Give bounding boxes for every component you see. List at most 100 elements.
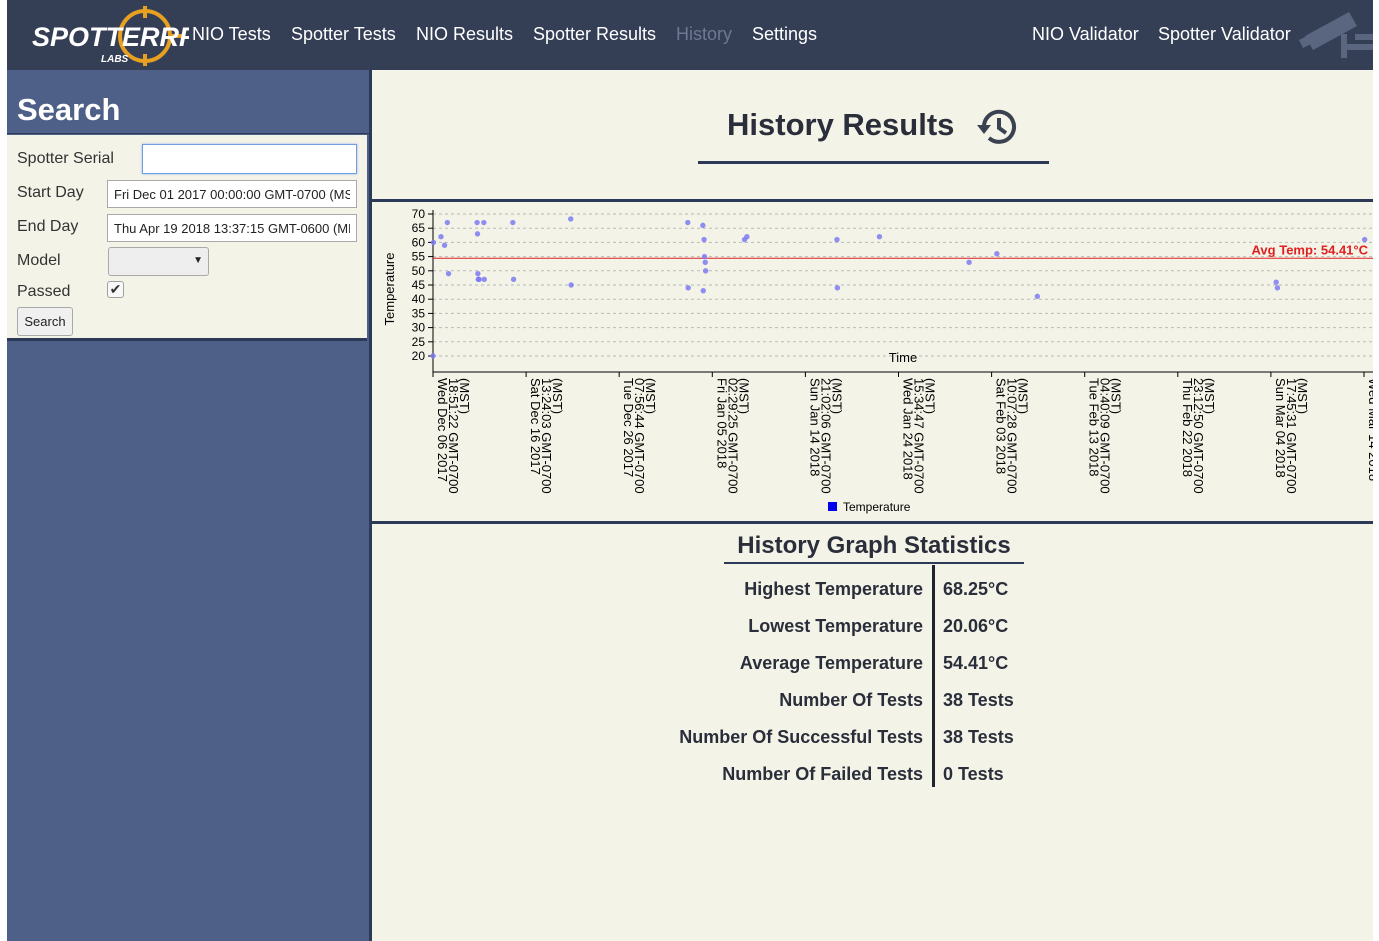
- avg-temp-label: Avg Temp: 54.41°C: [1252, 242, 1369, 257]
- x-axis-label: Time: [889, 350, 917, 365]
- x-tick-label: Wed Jan 24 201815:34:47 GMT-0700(MST): [901, 378, 938, 494]
- stat-label-num-tests: Number Of Tests: [779, 690, 923, 710]
- stat-label-average: Average Temperature: [739, 653, 923, 673]
- temperature-scatter-chart: 2025303540455055606570 Temperature Time Wed…: [382, 207, 1373, 514]
- data-point: [445, 270, 452, 277]
- x-tick-label: Tue Dec 26 201707:56:44 GMT-0700(MST): [621, 378, 658, 494]
- x-tick-label: Sun Jan 14 201821:02:06 GMT-0700(MST): [807, 378, 844, 494]
- nav-spotter-validator[interactable]: Spotter Validator: [1158, 24, 1291, 45]
- data-point: [568, 216, 574, 222]
- data-point: [476, 276, 482, 283]
- nav-nio-validator[interactable]: NIO Validator: [1032, 24, 1139, 45]
- y-tick-label: 35: [412, 306, 426, 320]
- data-point: [441, 242, 448, 248]
- y-tick-label: 30: [412, 321, 426, 335]
- nav-spotter-tests[interactable]: Spotter Tests: [291, 24, 396, 45]
- main-panel: History Results 20 25 30 35 40 45 50 55 60 65 70 Te…: [369, 70, 1373, 941]
- data-point: [702, 259, 708, 265]
- search-title: Search: [17, 92, 121, 127]
- search-button[interactable]: Search: [17, 307, 73, 336]
- nav-history[interactable]: History: [676, 24, 732, 45]
- top-nav: SPOTTERRF LABS NIO Tests Spotter Tests N…: [7, 0, 1373, 70]
- data-point: [701, 236, 707, 243]
- data-point: [700, 222, 706, 229]
- y-tick-label: 55: [412, 250, 426, 264]
- nav-settings[interactable]: Settings: [752, 24, 817, 45]
- data-point: [568, 282, 574, 288]
- y-tick-label: 45: [412, 278, 426, 292]
- y-tick-label: 40: [412, 292, 426, 306]
- y-tick-label: 70: [412, 207, 426, 221]
- svg-text:SPOTTERRF: SPOTTERRF: [32, 22, 189, 52]
- y-tick-label: 60: [412, 235, 426, 249]
- stat-value-num-tests: 38 Tests: [943, 690, 1014, 710]
- data-point: [481, 219, 487, 226]
- data-point: [966, 259, 972, 265]
- sidebar: Search Spotter Serial Start Day End Day …: [7, 70, 369, 941]
- nav-nio-tests[interactable]: NIO Tests: [192, 24, 271, 45]
- stat-value-failed: 0 Tests: [943, 764, 1004, 784]
- spotter-serial-label: Spotter Serial: [17, 150, 114, 167]
- data-point: [994, 251, 1000, 257]
- x-tick-label: Fri Jan 05 201802:29:25 GMT-0700(MST): [714, 378, 751, 494]
- history-chart-panel: 20 25 30 35 40 45 50 55 60 65 70 Temperature Time Wed…: [372, 199, 1373, 524]
- data-point: [685, 219, 691, 226]
- passed-checkbox[interactable]: ✔: [107, 281, 124, 298]
- search-form: Spotter Serial Start Day End Day Model ▼…: [7, 135, 367, 341]
- stat-label-successful: Number Of Successful Tests: [679, 727, 923, 747]
- data-point: [430, 239, 437, 246]
- start-day-input[interactable]: [107, 180, 357, 208]
- data-point: [444, 219, 451, 226]
- data-point: [700, 287, 706, 294]
- y-tick-label: 25: [412, 335, 426, 349]
- y-axis-label: Temperature: [382, 253, 397, 326]
- data-point: [481, 276, 487, 283]
- data-point: [702, 268, 709, 274]
- y-tick-label: 50: [412, 264, 426, 278]
- page-title: History Results: [727, 107, 955, 142]
- data-point: [474, 219, 480, 226]
- app-root: SPOTTERRF LABS NIO Tests Spotter Tests N…: [7, 0, 1373, 941]
- data-point: [685, 285, 691, 291]
- end-day-input[interactable]: [107, 214, 357, 242]
- stat-value-average: 54.41°C: [943, 653, 1009, 673]
- start-day-label: Start Day: [17, 184, 84, 201]
- data-point: [701, 253, 708, 260]
- x-tick-label: Wed Mar 14 201813:18:12 GMT-0600(MDT): [1366, 378, 1373, 494]
- stats-divider: [932, 565, 935, 787]
- data-point: [1273, 279, 1279, 285]
- dropdown-arrow-icon: ▼: [193, 255, 203, 266]
- x-tick-label: Wed Dec 06 201718:51:22 GMT-0700(MST): [435, 378, 472, 494]
- y-tick-label: 65: [412, 221, 426, 235]
- history-clock-icon: [977, 109, 1016, 144]
- model-label: Model: [17, 252, 61, 269]
- data-point: [474, 231, 481, 237]
- security-camera-icon: [1299, 12, 1373, 58]
- data-point: [1361, 236, 1368, 243]
- y-tick-label: 20: [412, 349, 426, 363]
- data-point: [744, 234, 750, 240]
- stat-value-successful: 38 Tests: [943, 727, 1014, 747]
- stat-value-highest: 68.25°C: [943, 579, 1009, 599]
- search-header: Search: [7, 77, 369, 134]
- x-tick-label: Sun Mar 04 201817:45:31 GMT-0700(MST): [1273, 378, 1310, 494]
- x-tick-label: Sat Feb 03 201810:07:28 GMT-0700(MST): [994, 378, 1031, 494]
- data-point: [1274, 285, 1281, 291]
- spotter-serial-input[interactable]: [142, 144, 357, 174]
- legend-label: Temperature: [843, 500, 911, 514]
- stat-label-lowest: Lowest Temperature: [748, 616, 923, 636]
- spotterrf-logo[interactable]: SPOTTERRF LABS: [29, 4, 189, 68]
- data-point: [510, 276, 517, 283]
- nav-spotter-results[interactable]: Spotter Results: [533, 24, 656, 45]
- checkmark-icon: ✔: [109, 281, 122, 297]
- model-select[interactable]: ▼: [108, 247, 209, 276]
- x-tick-label: Sat Dec 16 201713:24:03 GMT-0700(MST): [528, 378, 565, 494]
- data-point: [475, 270, 481, 277]
- nav-nio-results[interactable]: NIO Results: [416, 24, 513, 45]
- svg-text:LABS: LABS: [101, 54, 129, 65]
- stat-label-highest: Highest Temperature: [744, 579, 923, 599]
- passed-label: Passed: [17, 283, 71, 300]
- stat-label-failed: Number Of Failed Tests: [722, 764, 923, 784]
- end-day-label: End Day: [17, 218, 79, 235]
- data-point: [438, 234, 444, 240]
